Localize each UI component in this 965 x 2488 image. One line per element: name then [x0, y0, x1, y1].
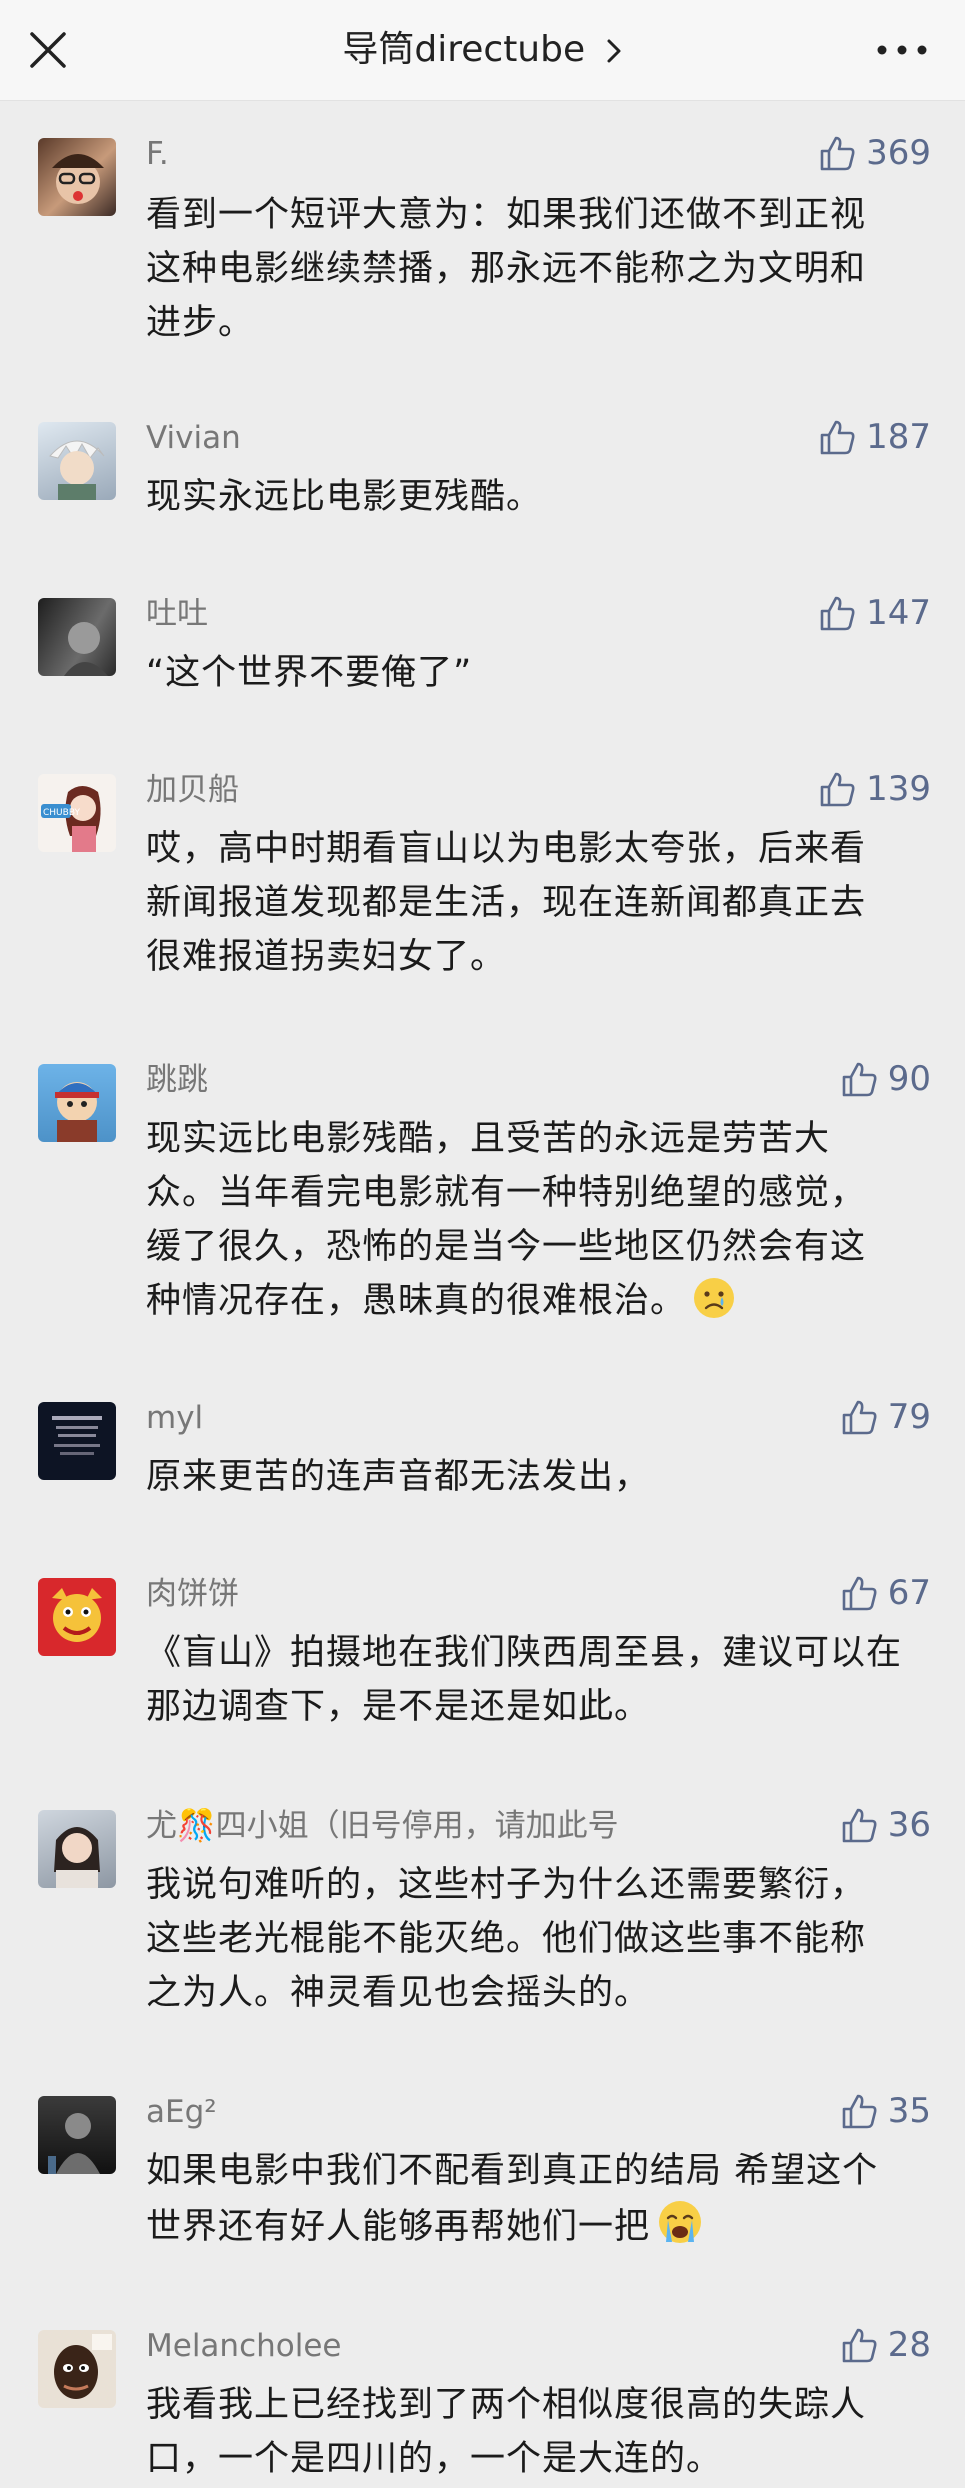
comment-text: “这个世界不要俺了” — [146, 653, 473, 693]
comment-text: 原来更苦的连声音都无法发出， — [146, 1457, 651, 1497]
avatar[interactable] — [38, 422, 116, 500]
like-count: 369 — [866, 133, 931, 173]
comment-item: Vivian 187 现实永远比电影更残酷。 — [0, 410, 965, 550]
avatar[interactable] — [38, 138, 116, 216]
like-count: 139 — [866, 769, 931, 809]
avatar[interactable]: CHUBBY — [38, 774, 116, 852]
thumbs-up-icon — [842, 1400, 877, 1435]
thumbs-up-icon — [820, 772, 855, 807]
commenter-name[interactable]: myl — [146, 1398, 203, 1438]
like-count: 187 — [866, 417, 931, 457]
commenter-name[interactable]: aEg² — [146, 2092, 217, 2132]
comment-item: 肉饼饼 67 《盲山》拍摄地在我们陕西周至县，建议可以在 那边调查下，是不是还是如… — [0, 1566, 965, 1766]
comment-text: 现实永远比电影更残酷。 — [146, 477, 543, 517]
like-button[interactable]: 67 — [840, 1572, 931, 1614]
commenter-name[interactable]: 肉饼饼 — [146, 1574, 239, 1614]
like-count: 90 — [887, 1059, 931, 1099]
comment-item: Melancholee 28 我看我上已经找到了两个相似度很高的失踪人 口，一个是… — [0, 2318, 965, 2488]
thumbs-up-icon — [842, 1062, 877, 1097]
thumbs-up-icon — [842, 1576, 877, 1611]
comment-item: 尤🎊四小姐（旧号停用，请加此号 36 我说句难听的，这些村子为什么还需要繁衍，这… — [0, 1798, 965, 2048]
page-title-link[interactable]: 导筒directube — [0, 26, 965, 74]
thumbs-up-icon — [820, 420, 855, 455]
thumbs-up-icon — [820, 136, 855, 171]
commenter-name[interactable]: 吐吐 — [146, 594, 208, 634]
like-button[interactable]: 147 — [818, 592, 931, 634]
commenter-name[interactable]: Vivian — [146, 418, 241, 458]
avatar[interactable] — [38, 1402, 116, 1480]
avatar[interactable] — [38, 598, 116, 676]
like-count: 147 — [866, 593, 931, 633]
svg-text:CHUBBY: CHUBBY — [43, 808, 80, 818]
top-bar: 导筒directube — [0, 0, 965, 101]
comment-text: 我说句难听的，这些村子为什么还需要繁衍， 这些老光棍能不能灭绝。他们做这些事不能称… — [146, 1865, 867, 2013]
commenter-name[interactable]: Melancholee — [146, 2326, 342, 2366]
comment-text: 哎，高中时期看盲山以为电影太夸张，后来看 新闻报道发现都是生活，现在连新闻都真正去… — [146, 829, 867, 977]
comment-item: 吐吐 147 “这个世界不要俺了” — [0, 586, 965, 726]
avatar[interactable] — [38, 2096, 116, 2174]
like-count: 35 — [887, 2091, 931, 2131]
commenter-name[interactable]: F. — [146, 134, 169, 174]
like-count: 79 — [887, 1397, 931, 1437]
like-button[interactable]: 28 — [840, 2324, 931, 2366]
thumbs-up-icon — [842, 2328, 877, 2363]
comment-text: 现实远比电影残酷，且受苦的永远是劳苦大 众。当年看完电影就有一种特别绝望的感觉，缓… — [146, 1119, 867, 1321]
thumbs-up-icon — [842, 1808, 877, 1843]
page-title: 导筒directube — [342, 29, 586, 70]
thumbs-up-icon — [820, 596, 855, 631]
crying-face-icon — [659, 2201, 702, 2243]
like-button[interactable]: 90 — [840, 1058, 931, 1100]
comment-text: 如果电影中我们不配看到真正的结局 希望这个 世界还有好人能够再帮她们一把 — [146, 2151, 879, 2247]
like-button[interactable]: 79 — [840, 1396, 931, 1438]
like-button[interactable]: 139 — [818, 768, 931, 810]
like-button[interactable]: 36 — [840, 1804, 931, 1846]
comment-item: CHUBBY 加贝船 139 哎，高中时期看盲山以为电影太夸张，后来看 新闻报道发… — [0, 762, 965, 1012]
like-button[interactable]: 187 — [818, 416, 931, 458]
comment-text: 《盲山》拍摄地在我们陕西周至县，建议可以在 那边调查下，是不是还是如此。 — [146, 1633, 903, 1727]
comment-text: 看到一个短评大意为：如果我们还做不到正视 这种电影继续禁播，那永远不能称之为文明和… — [146, 195, 867, 343]
commenter-name[interactable]: 跳跳 — [146, 1060, 208, 1100]
comment-item: myl 79 原来更苦的连声音都无法发出， — [0, 1390, 965, 1530]
like-count: 28 — [887, 2325, 931, 2365]
sad-face-icon — [694, 1278, 735, 1318]
comment-item: F. 369 看到一个短评大意为：如果我们还做不到正视 这种电影继续禁播，那永远不… — [0, 100, 965, 370]
avatar[interactable] — [38, 1578, 116, 1656]
like-count: 36 — [887, 1805, 931, 1845]
more-button[interactable] — [873, 28, 931, 72]
like-button[interactable]: 35 — [840, 2090, 931, 2132]
commenter-name[interactable]: 尤🎊四小姐（旧号停用，请加此号 — [146, 1806, 619, 1846]
comment-item: aEg² 35 如果电影中我们不配看到真正的结局 希望这个 世界还有好人能够再帮… — [0, 2084, 965, 2284]
like-count: 67 — [887, 1573, 931, 1613]
comment-text: 我看我上已经找到了两个相似度很高的失踪人 口，一个是四川的，一个是大连的。 — [146, 2385, 867, 2479]
comment-item: 跳跳 90 现实远比电影残酷，且受苦的永远是劳苦大 众。当年看完电影就有一种特别绝… — [0, 1052, 965, 1352]
like-button[interactable]: 369 — [818, 132, 931, 174]
commenter-name[interactable]: 加贝船 — [146, 770, 239, 810]
avatar[interactable] — [38, 2330, 116, 2408]
chevron-right-icon — [607, 39, 621, 63]
thumbs-up-icon — [842, 2094, 877, 2129]
avatar[interactable] — [38, 1810, 116, 1888]
more-icon — [877, 45, 927, 55]
avatar[interactable] — [38, 1064, 116, 1142]
